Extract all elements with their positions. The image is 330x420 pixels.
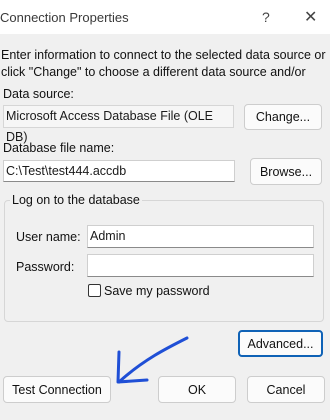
database-file-label: Database file name: (3, 141, 115, 155)
close-icon[interactable]: ✕ (304, 7, 317, 27)
data-source-value: Microsoft Access Database File (OLE DB) (3, 105, 234, 144)
user-name-input[interactable]: Admin (87, 225, 314, 248)
password-label: Password: (16, 260, 75, 274)
save-password-label[interactable]: Save my password (104, 284, 210, 298)
data-source-label: Data source: (3, 87, 74, 101)
logon-group-title: Log on to the database (10, 193, 142, 207)
save-password-checkbox[interactable] (88, 284, 101, 297)
annotation-arrow-shaft (117, 336, 189, 384)
browse-button[interactable]: Browse... (250, 158, 322, 185)
test-connection-button[interactable]: Test Connection (3, 376, 111, 403)
cancel-button[interactable]: Cancel (247, 376, 325, 403)
user-name-label: User name: (16, 230, 81, 244)
change-button[interactable]: Change... (244, 104, 322, 130)
database-file-input[interactable]: C:\Test\test444.accdb (3, 160, 235, 182)
advanced-button[interactable]: Advanced... (238, 330, 323, 357)
instructions-text: Enter information to connect to the sele… (1, 48, 326, 79)
window-title: Connection Properties (0, 10, 129, 25)
help-icon[interactable]: ? (262, 9, 270, 25)
annotation-arrow-icon (116, 336, 189, 384)
password-input[interactable] (87, 254, 314, 277)
